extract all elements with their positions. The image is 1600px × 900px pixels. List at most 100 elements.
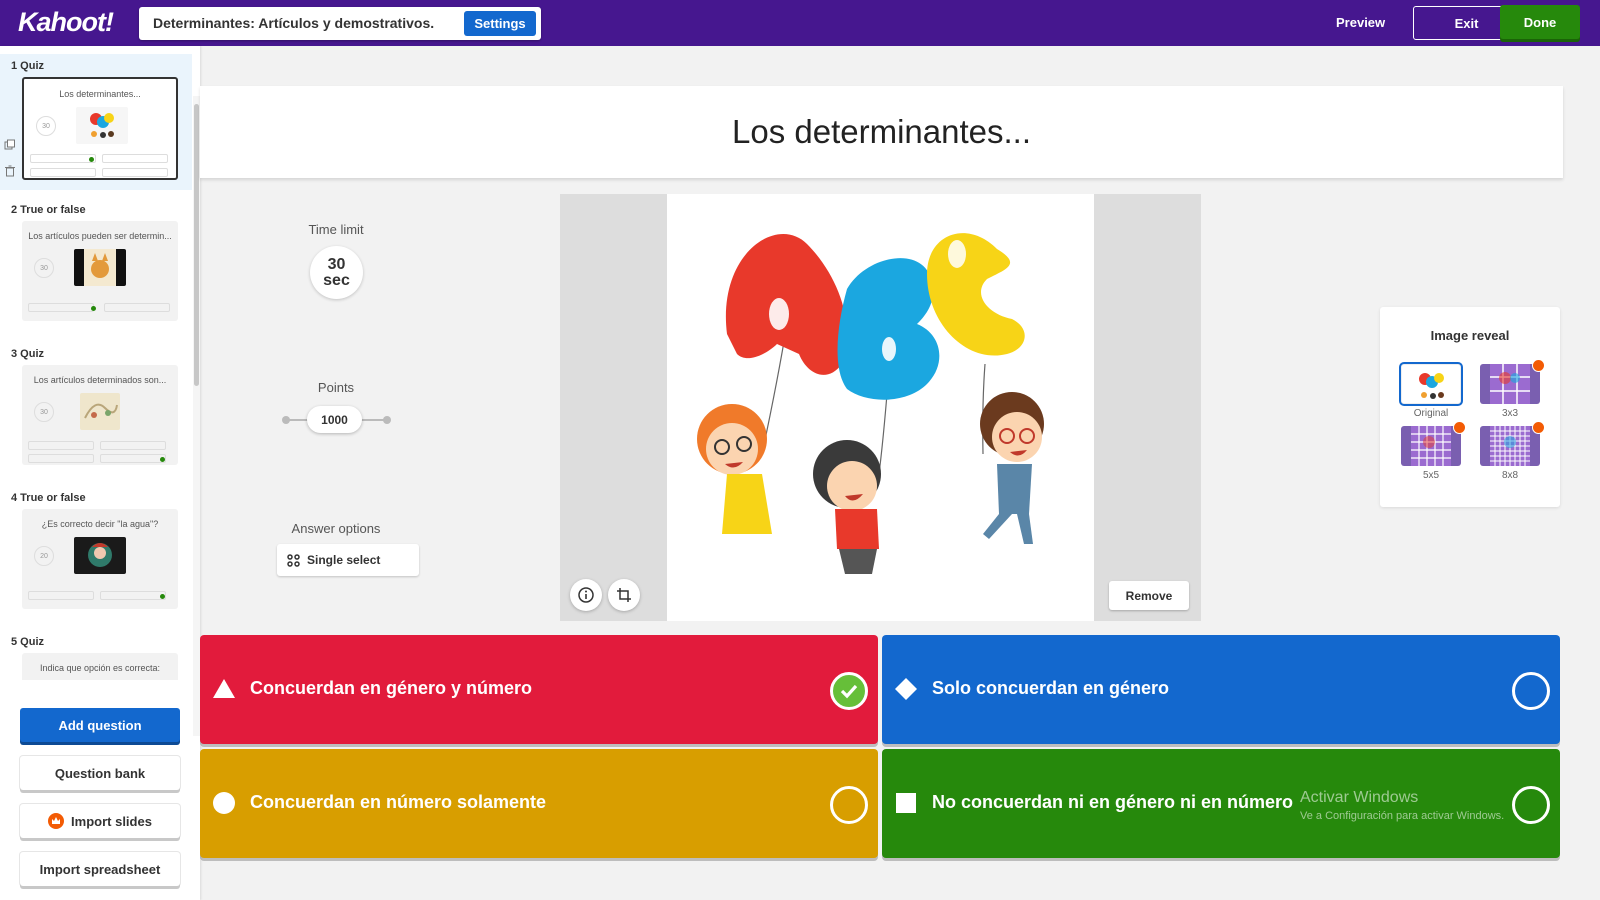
answer-4[interactable]: No concuerdan ni en género ni en número <box>882 749 1560 858</box>
points-label: Points <box>317 380 355 395</box>
slide-time: 30 <box>34 258 54 278</box>
slide-time: 20 <box>34 546 54 566</box>
trash-icon[interactable] <box>4 164 16 182</box>
preview-button[interactable]: Preview <box>1336 15 1385 30</box>
done-button[interactable]: Done <box>1500 5 1580 39</box>
reveal-original[interactable] <box>1399 362 1463 406</box>
reveal-3x3[interactable] <box>1480 364 1540 404</box>
duplicate-icon[interactable] <box>4 138 16 156</box>
reveal-label: Original <box>1413 408 1449 419</box>
windows-activation-watermark: Activar Windows <box>1300 789 1419 806</box>
slide-answer <box>100 441 166 450</box>
add-question-button[interactable]: Add question <box>20 708 180 742</box>
slide-answer <box>102 154 168 163</box>
answer-3[interactable]: Concuerdan en número solamente <box>200 749 878 858</box>
slides-list: 1 Quiz Los determinantes... 30 2 True or… <box>0 46 200 680</box>
image-reveal-panel: Image reveal Original 3x3 5x5 8x8 <box>1380 307 1560 507</box>
question-image[interactable] <box>667 194 1094 621</box>
crown-icon <box>48 813 65 829</box>
points-selector[interactable]: 1000 <box>307 406 362 433</box>
slide-question: ¿Es correcto decir "la agua"? <box>41 519 159 529</box>
premium-crown-icon <box>1453 421 1466 434</box>
time-limit-label: Time limit <box>308 222 364 237</box>
slide-answer <box>28 303 96 312</box>
slide-answer <box>30 168 96 177</box>
slide-label: 4 True or false <box>11 492 86 504</box>
slide-answer <box>102 168 168 177</box>
slide-answer <box>104 303 170 312</box>
time-limit-selector[interactable]: 30 sec <box>310 246 363 299</box>
time-unit: sec <box>323 271 350 289</box>
slide-thumbnail[interactable]: Los determinantes... 30 <box>22 77 178 180</box>
slide-answer <box>30 154 96 163</box>
slide-item-1[interactable]: 1 Quiz Los determinantes... 30 <box>0 54 192 190</box>
question-title-field[interactable]: Los determinantes... <box>200 86 1563 178</box>
correct-answer-toggle[interactable] <box>1512 672 1550 710</box>
answer-text[interactable]: Concuerdan en género y número <box>250 678 532 699</box>
slide-answer <box>100 454 166 463</box>
top-bar: Kahoot! Determinantes: Artículos y demos… <box>0 0 1600 46</box>
slide-time: 30 <box>34 402 54 422</box>
slide-item-5[interactable]: 5 Quiz Indica que opción es correcta: <box>0 630 192 680</box>
slide-item-4[interactable]: 4 True or false ¿Es correcto decir "la a… <box>0 486 192 622</box>
answer-2[interactable]: Solo concuerdan en género <box>882 635 1560 744</box>
slide-label: 2 True or false <box>11 204 86 216</box>
slide-answer <box>100 591 166 600</box>
slide-label: 5 Quiz <box>11 636 45 648</box>
settings-button[interactable]: Settings <box>464 11 536 36</box>
kahoot-title-field[interactable]: Determinantes: Artículos y demostrativos… <box>139 7 541 40</box>
crop-icon[interactable] <box>608 579 640 611</box>
slide-image <box>76 107 128 144</box>
time-value: 30 <box>327 255 346 273</box>
correct-answer-toggle[interactable] <box>830 786 868 824</box>
slide-answer <box>28 441 94 450</box>
slide-thumbnail[interactable]: ¿Es correcto decir "la agua"? 20 <box>22 509 178 609</box>
media-area: Remove <box>560 194 1201 621</box>
import-slides-button[interactable]: Import slides <box>20 804 180 838</box>
remove-image-button[interactable]: Remove <box>1109 581 1189 610</box>
answer-text[interactable]: No concuerdan ni en género ni en número <box>932 792 1293 813</box>
reveal-5x5[interactable] <box>1401 426 1461 466</box>
reveal-label: 5x5 <box>1422 470 1440 481</box>
slide-item-3[interactable]: 3 Quiz Los artículos determinados son...… <box>0 342 192 478</box>
slide-thumbnail[interactable]: Los artículos pueden ser determin... 30 <box>22 221 178 321</box>
slide-image <box>74 537 126 574</box>
answer-1[interactable]: Concuerdan en género y número <box>200 635 878 744</box>
square-icon <box>896 793 916 813</box>
question-text: Los determinantes... <box>732 113 1031 150</box>
slide-label: 3 Quiz <box>11 348 45 360</box>
slide-image <box>80 393 120 430</box>
answer-options-value: Single select <box>307 553 381 567</box>
triangle-icon <box>213 679 235 698</box>
circle-icon <box>213 792 235 814</box>
question-bank-button[interactable]: Question bank <box>20 756 180 790</box>
slide-image <box>74 249 126 286</box>
kahoot-logo[interactable]: Kahoot! <box>18 7 114 38</box>
points-slider-min[interactable] <box>282 416 290 424</box>
sidebar-scroll-thumb[interactable] <box>194 104 199 386</box>
import-slides-label: Import slides <box>71 813 152 829</box>
diamond-icon <box>895 678 917 700</box>
reveal-label: 3x3 <box>1501 408 1519 419</box>
slide-label: 1 Quiz <box>11 60 45 72</box>
import-spreadsheet-button[interactable]: Import spreadsheet <box>20 852 180 886</box>
image-reveal-title: Image reveal <box>1430 328 1510 343</box>
kahoot-title: Determinantes: Artículos y demostrativos… <box>153 15 435 31</box>
points-slider-max[interactable] <box>383 416 391 424</box>
slide-question: Los artículos pueden ser determin... <box>28 231 172 241</box>
reveal-8x8[interactable] <box>1480 426 1540 466</box>
answer-text[interactable]: Solo concuerdan en género <box>932 678 1169 699</box>
slide-thumbnail[interactable]: Indica que opción es correcta: <box>22 653 178 680</box>
windows-activation-subtitle: Ve a Configuración para activar Windows. <box>1300 810 1505 822</box>
correct-answer-toggle[interactable] <box>830 672 868 710</box>
slide-question: Los determinantes... <box>59 89 141 99</box>
correct-answer-toggle[interactable] <box>1512 786 1550 824</box>
slide-answer <box>28 591 94 600</box>
answer-options-label: Answer options <box>291 521 381 536</box>
slide-thumbnail[interactable]: Los artículos determinados son... 30 <box>22 365 178 465</box>
slide-item-2[interactable]: 2 True or false Los artículos pueden ser… <box>0 198 192 334</box>
slide-question: Indica que opción es correcta: <box>39 663 161 673</box>
info-icon[interactable] <box>570 579 602 611</box>
answer-options-select[interactable]: Single select <box>277 544 419 576</box>
answer-text[interactable]: Concuerdan en número solamente <box>250 792 546 813</box>
